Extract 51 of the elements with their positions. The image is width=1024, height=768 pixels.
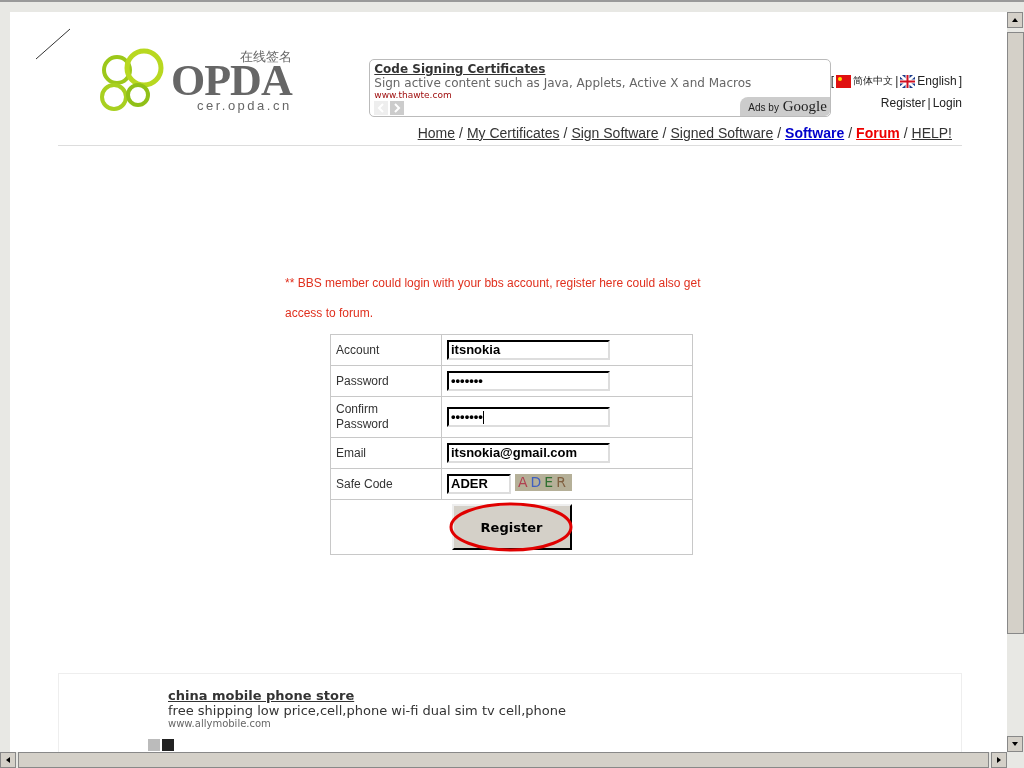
english-language-link[interactable]: English — [917, 74, 957, 88]
nav-separator: / — [662, 125, 667, 141]
input-field[interactable]: itsnokia@gmail.com — [447, 443, 610, 463]
logo-chinese-text: 在线签名 — [239, 50, 292, 63]
ad-text: free shipping low price,cell,phone wi-fi dual sim tv cell,phone — [168, 703, 567, 718]
notice-text: ** BBS member could login with your bbs account, register here could also get access to forum. — [285, 275, 702, 322]
input-field[interactable]: ADER — [447, 474, 511, 494]
nav-link[interactable]: Software — [785, 125, 845, 141]
logo-domain: cer.opda.cn — [196, 99, 292, 112]
scroll-right-icon[interactable] — [991, 752, 1007, 768]
nav-link[interactable]: HELP! — [911, 125, 952, 141]
scroll-down-icon[interactable] — [1007, 736, 1023, 752]
separator: | — [895, 74, 899, 88]
ad-url: www.thawte.com — [374, 90, 453, 100]
bracket: [ — [830, 74, 835, 88]
nav-link[interactable]: Sign Software — [571, 125, 659, 141]
nav-separator: / — [459, 125, 463, 141]
nav-link[interactable]: Forum — [856, 125, 900, 141]
logo-wordmark: OPDA — [171, 63, 292, 99]
nav-link[interactable]: My Certificates — [466, 125, 560, 141]
captcha-image: A D E R — [515, 474, 572, 491]
bracket: ] — [958, 74, 962, 88]
chinese-language-link[interactable]: 简体中文 — [853, 74, 894, 88]
uk-flag-icon[interactable] — [900, 74, 916, 88]
ad-text: Sign active content such as Java, Applets, Active X and Macros — [374, 76, 753, 90]
nav-separator: / — [563, 125, 568, 141]
field-label: Password — [330, 365, 442, 397]
nav-link[interactable]: Signed Software — [670, 125, 774, 141]
separator: | — [927, 96, 931, 110]
scroll-up-icon[interactable] — [1007, 12, 1023, 28]
input-field[interactable]: ••••••• — [447, 371, 610, 391]
ads-by-google-badge[interactable]: Ads by Google — [740, 97, 830, 116]
input-field[interactable]: ••••••• — [447, 407, 610, 427]
nav-separator: / — [848, 125, 853, 141]
field-label: Email — [330, 437, 442, 469]
nav-separator: / — [903, 125, 908, 141]
china-flag-icon[interactable] — [836, 74, 852, 88]
field-label: Account — [330, 334, 442, 366]
scroll-left-icon[interactable] — [0, 752, 16, 768]
diagonal-line — [35, 28, 71, 60]
input-field[interactable]: itsnokia — [447, 340, 610, 360]
ad-title-link[interactable]: china mobile phone store — [168, 688, 961, 703]
ad-url: www.allymobile.com — [168, 718, 272, 729]
vertical-scrollbar[interactable] — [1007, 12, 1024, 752]
account-link[interactable]: Register — [880, 96, 926, 110]
field-label: Confirm Password — [330, 396, 442, 438]
nav-separator: / — [777, 125, 782, 141]
nav-link[interactable]: Home — [417, 125, 455, 141]
field-label: Safe Code — [330, 468, 442, 500]
ad-title-link[interactable]: Code Signing Certificates — [374, 62, 826, 76]
account-link[interactable]: Login — [932, 96, 962, 110]
